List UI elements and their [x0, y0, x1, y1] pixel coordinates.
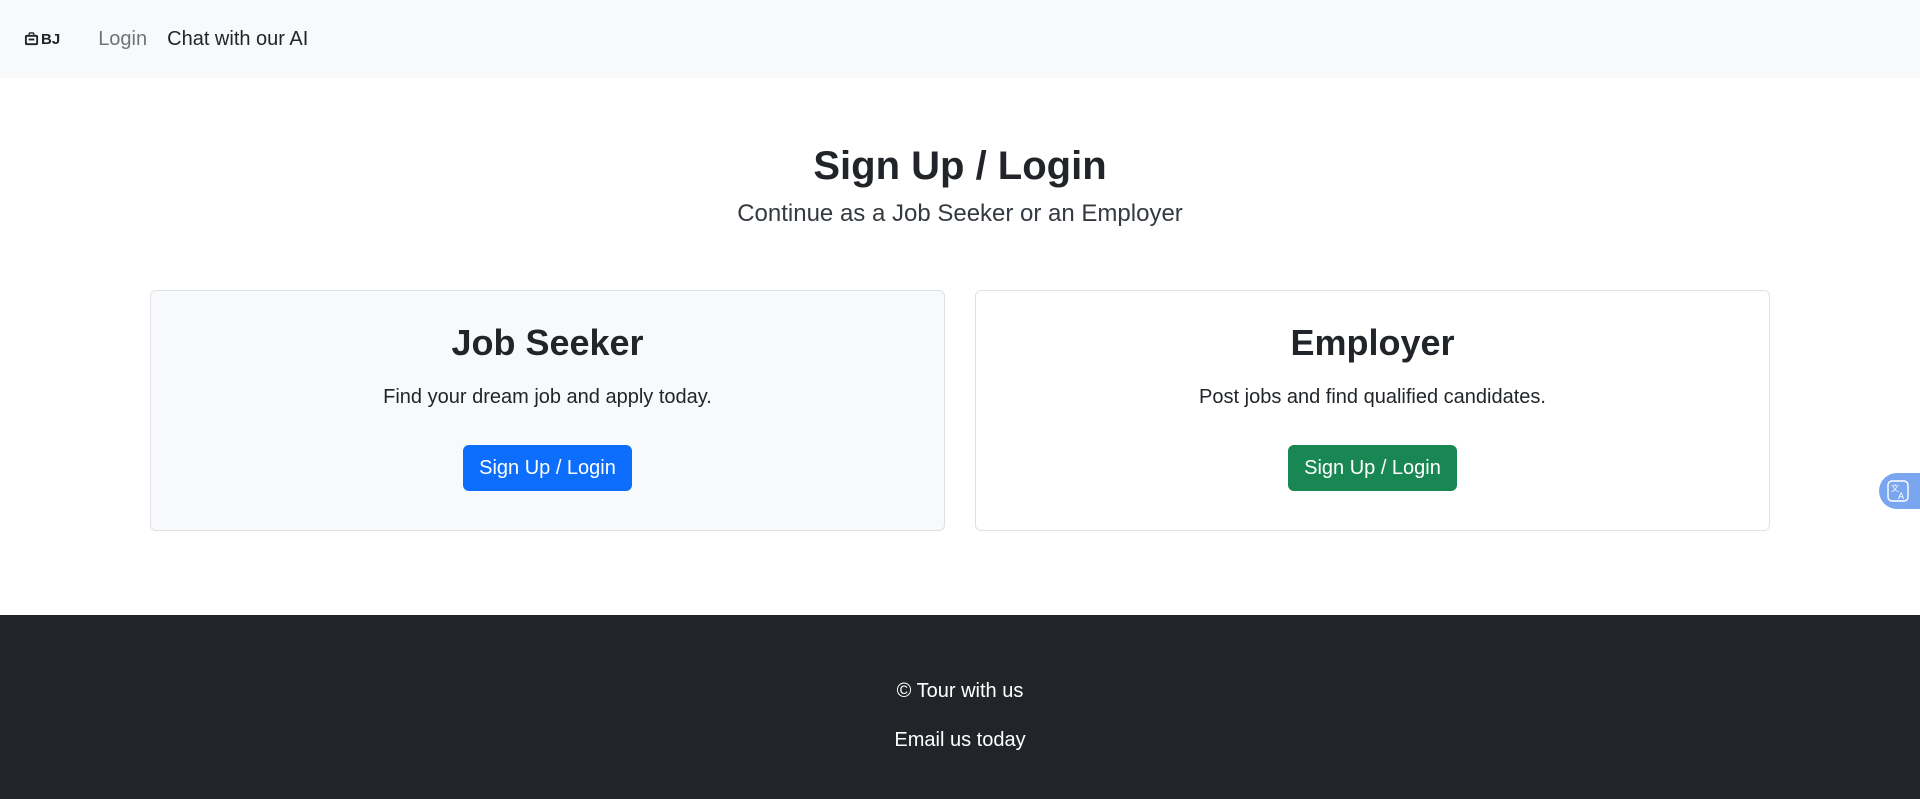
employer-title: Employer — [1290, 322, 1455, 363]
employer-signup-button[interactable]: Sign Up / Login — [1288, 445, 1457, 492]
employer-card: Employer Post jobs and find qualified ca… — [975, 290, 1770, 531]
svg-text:A: A — [1898, 492, 1905, 502]
job-seeker-description: Find your dream job and apply today. — [383, 386, 712, 409]
job-seeker-card: Job Seeker Find your dream job and apply… — [150, 290, 945, 531]
footer: © Tour with us Email us today — [0, 615, 1920, 799]
footer-copyright: © Tour with us — [896, 680, 1024, 702]
brand-logo[interactable]: BJ — [24, 31, 60, 48]
brand-text: BJ — [41, 30, 61, 48]
job-seeker-title: Job Seeker — [451, 322, 644, 363]
nav-link-chat-ai[interactable]: Chat with our AI — [167, 28, 308, 51]
hero-section: Sign Up / Login Continue as a Job Seeker… — [0, 78, 1920, 228]
page-title: Sign Up / Login — [813, 144, 1107, 188]
employer-description: Post jobs and find qualified candidates. — [1199, 386, 1546, 409]
briefcase-icon — [24, 31, 39, 45]
role-cards: Job Seeker Find your dream job and apply… — [150, 290, 1770, 531]
job-seeker-signup-button[interactable]: Sign Up / Login — [463, 445, 632, 492]
navbar: BJ Login Chat with our AI — [0, 0, 1920, 78]
nav-link-login[interactable]: Login — [98, 28, 147, 51]
translate-icon: 文 A — [1887, 480, 1909, 502]
footer-email-link[interactable]: Email us today — [894, 729, 1025, 752]
translate-widget-button[interactable]: 文 A — [1879, 473, 1920, 509]
page-subtitle: Continue as a Job Seeker or an Employer — [737, 200, 1183, 227]
